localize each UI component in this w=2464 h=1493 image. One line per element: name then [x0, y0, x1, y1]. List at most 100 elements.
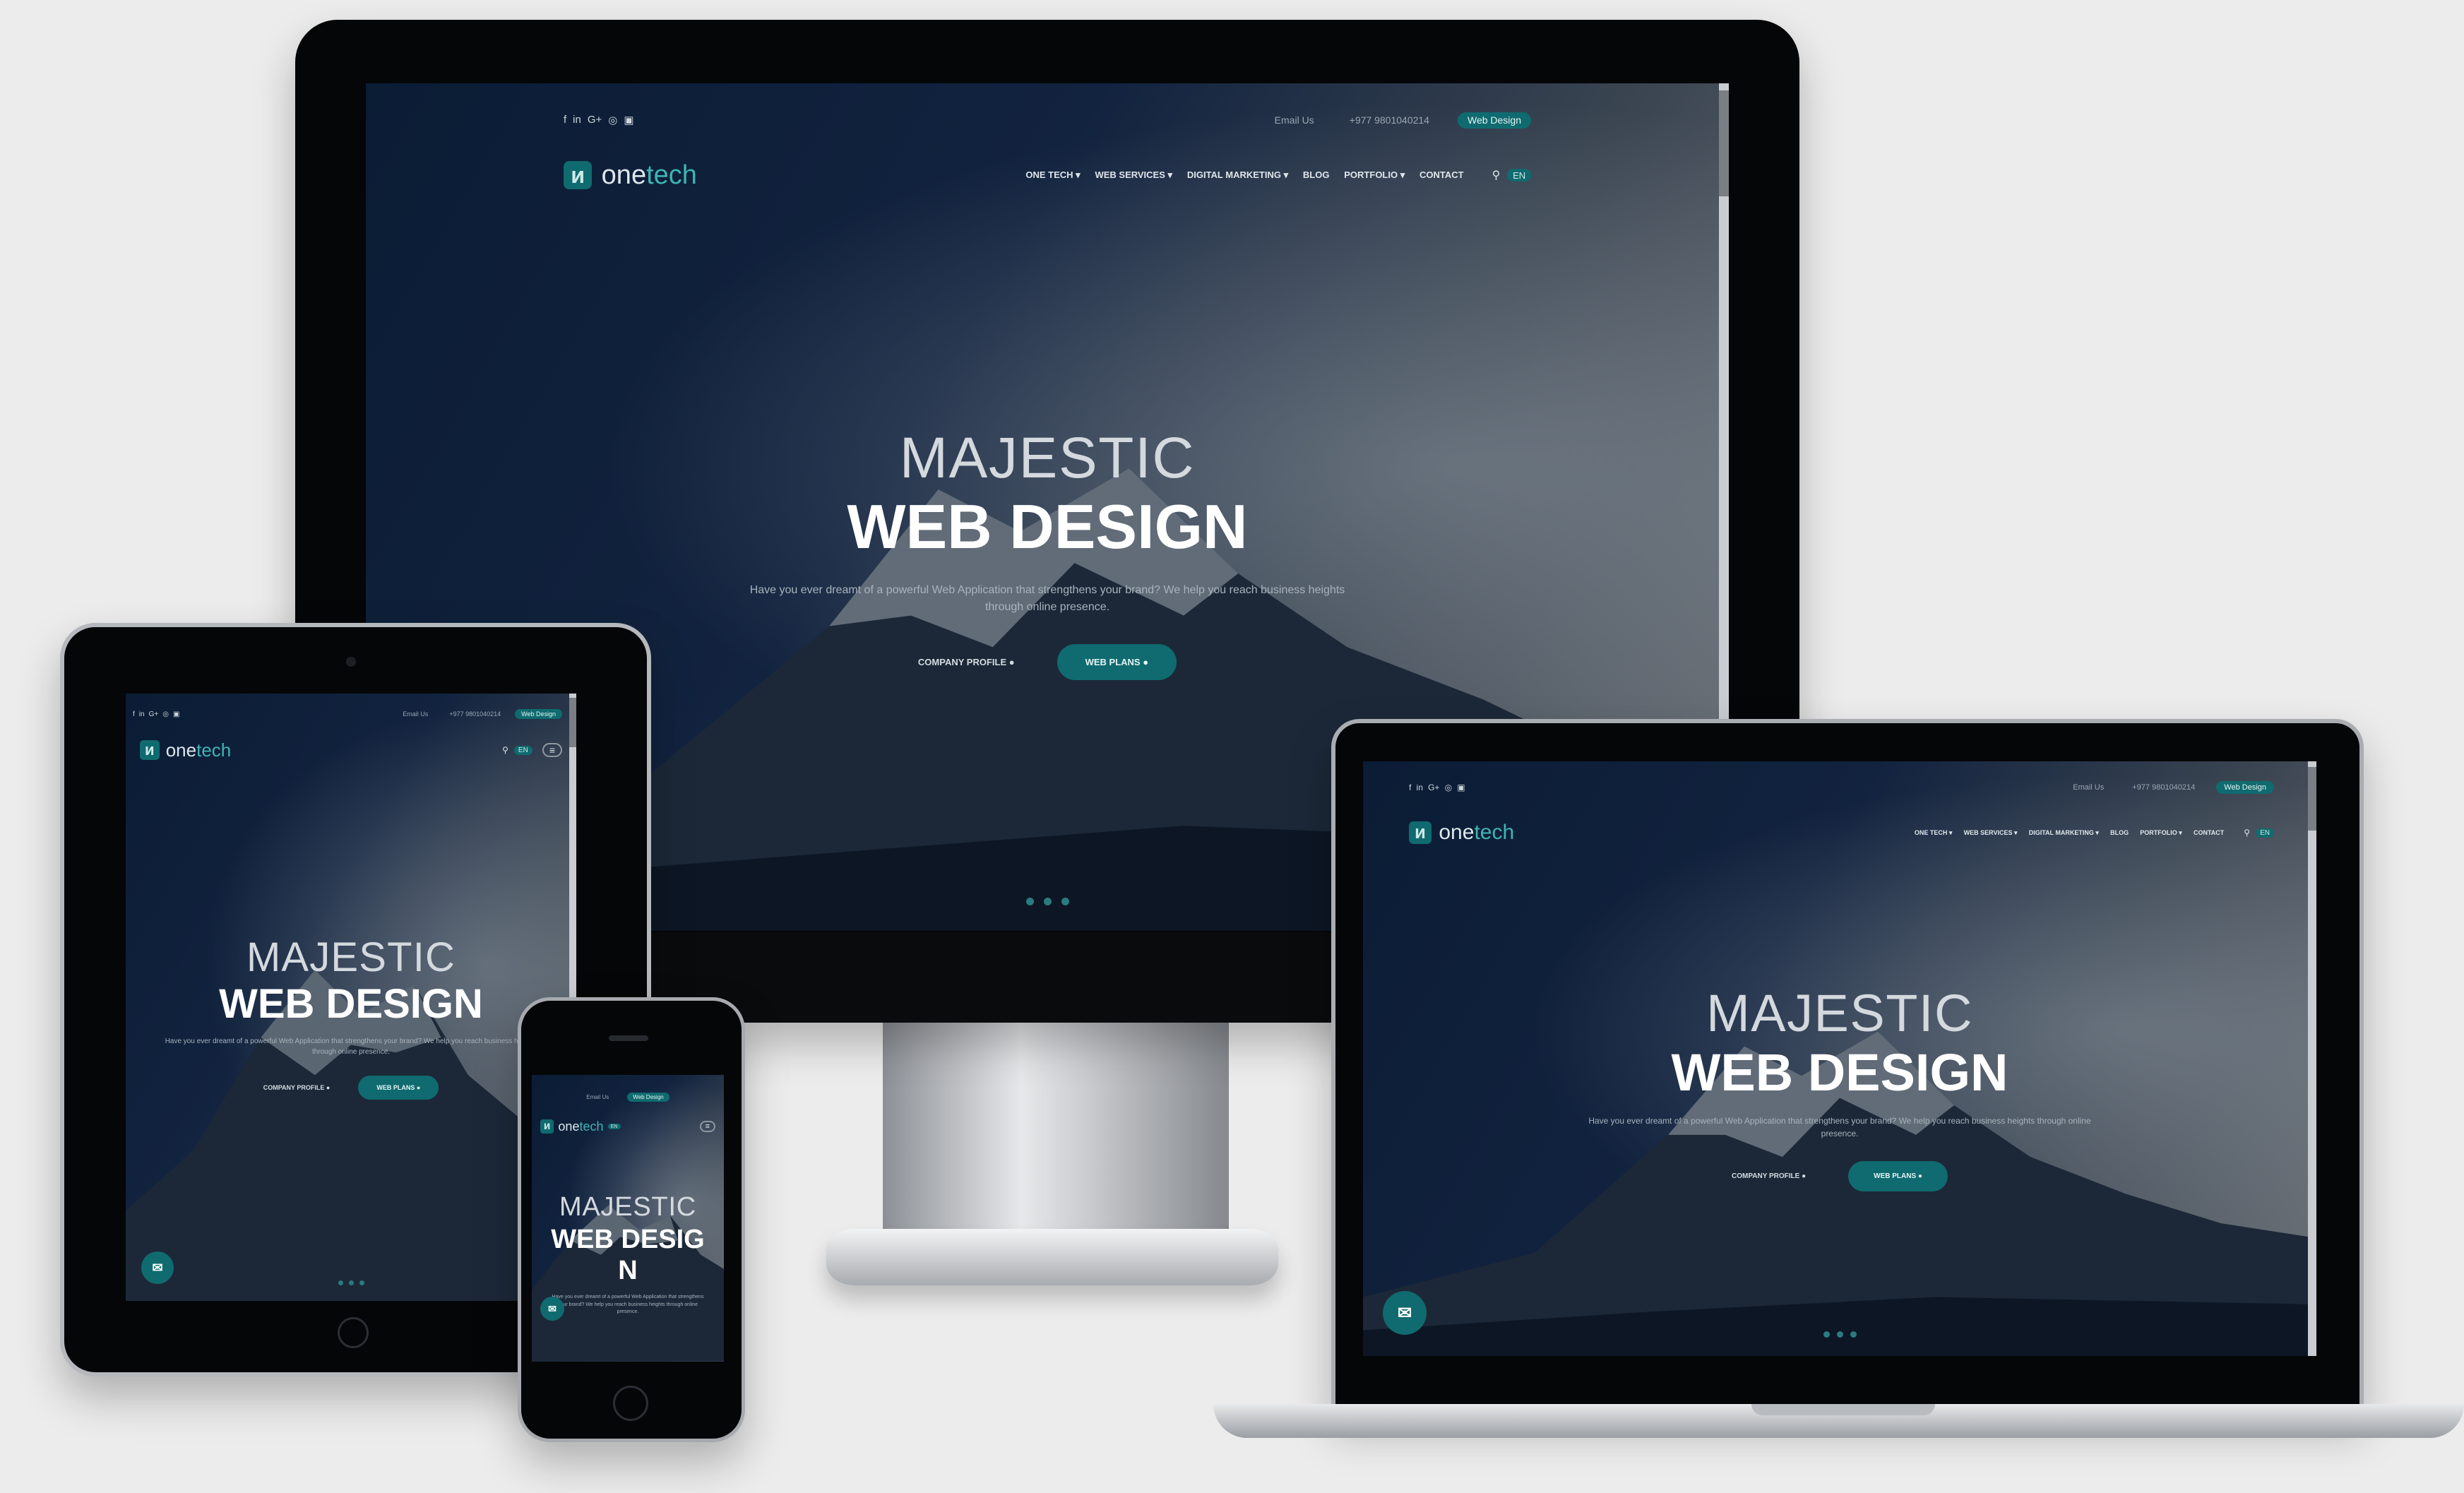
phone-link[interactable]: +977 9801040214	[449, 710, 501, 718]
logo[interactable]: ᴎ onetech	[1409, 821, 1514, 845]
web-design-pill-button[interactable]: Web Design	[2216, 781, 2274, 794]
messenger-chat-button[interactable]: ✉	[141, 1251, 174, 1284]
language-switch[interactable]: EN	[2256, 828, 2274, 838]
hero-description: Have you ever dreamt of a powerful Web A…	[749, 584, 1345, 613]
hamburger-menu-icon[interactable]: ≡	[542, 743, 562, 757]
language-switch[interactable]: EN	[607, 1123, 621, 1130]
language-switch[interactable]: EN	[1507, 169, 1531, 182]
linkedin-icon[interactable]: in	[139, 710, 145, 718]
web-plans-button[interactable]: WEB PLANS ●	[1848, 1161, 1948, 1191]
slider-dot[interactable]	[1850, 1331, 1857, 1338]
search-icon[interactable]: ⚲	[2244, 828, 2250, 838]
logo-text: onetech	[165, 739, 232, 761]
logo[interactable]: ᴎ onetech	[140, 739, 231, 761]
monitor-stand-base	[826, 1229, 1278, 1285]
slider-dot[interactable]	[1061, 898, 1069, 905]
google-plus-icon[interactable]: G+	[149, 710, 159, 718]
nav-item-blog[interactable]: BLOG	[2110, 829, 2129, 837]
hero-title-line2: WEB DESIGN	[1671, 1043, 2008, 1102]
hero-title-line1: MAJESTIC	[899, 426, 1196, 490]
email-link[interactable]: Email Us	[1275, 114, 1314, 126]
hamburger-menu-icon[interactable]: ≡	[699, 1121, 715, 1132]
facebook-icon[interactable]: f	[564, 114, 566, 126]
language-switch[interactable]: EN	[513, 745, 532, 755]
phone-screen: Email Us Web Design ᴎ onetech EN ≡ MAJES…	[532, 1075, 724, 1362]
logo-mark-icon: ᴎ	[1409, 821, 1432, 844]
hero-description: Have you ever dreamt of a powerful Web A…	[552, 1295, 704, 1314]
linkedin-icon[interactable]: in	[1417, 783, 1423, 792]
phone-home-button[interactable]	[613, 1386, 648, 1421]
main-navbar: ᴎ onetech EN ≡	[532, 1116, 724, 1137]
laptop-notch	[1751, 1404, 1935, 1415]
hero-title-line2: WEB DESIGN	[847, 492, 1248, 561]
email-link[interactable]: Email Us	[403, 710, 428, 718]
nav-menu: ONE TECH ▾ WEB SERVICES ▾ DIGITAL MARKET…	[1025, 169, 1463, 181]
nav-item-blog[interactable]: BLOG	[1303, 169, 1330, 181]
phone-link[interactable]: +977 9801040214	[1350, 114, 1429, 126]
messenger-chat-button[interactable]: ✉	[1383, 1291, 1427, 1335]
nav-item-digital-marketing[interactable]: DIGITAL MARKETING ▾	[2029, 829, 2099, 837]
top-bar: f in G+ ◎ ▣ Email Us +977 9801040214 Web…	[126, 705, 576, 723]
instagram-icon[interactable]: ◎	[162, 710, 169, 718]
company-profile-button[interactable]: COMPANY PROFILE ●	[918, 657, 1015, 667]
search-icon[interactable]: ⚲	[502, 745, 508, 755]
web-design-pill-button[interactable]: Web Design	[1457, 112, 1531, 129]
youtube-icon[interactable]: ▣	[1457, 783, 1465, 792]
email-link[interactable]: Email Us	[2073, 783, 2104, 792]
nav-item-portfolio[interactable]: PORTFOLIO ▾	[2140, 829, 2182, 837]
hero-description: Have you ever dreamt of a powerful Web A…	[1588, 1116, 2091, 1138]
instagram-icon[interactable]: ◎	[1445, 783, 1452, 792]
youtube-icon[interactable]: ▣	[624, 114, 633, 126]
google-plus-icon[interactable]: G+	[588, 114, 602, 126]
messenger-chat-button[interactable]: ✉	[540, 1297, 564, 1321]
slider-dot[interactable]	[359, 1280, 364, 1285]
email-link[interactable]: Email Us	[586, 1094, 609, 1100]
slider-dot[interactable]	[1043, 898, 1052, 905]
slider-dot[interactable]	[338, 1280, 343, 1285]
phone-link[interactable]: +977 9801040214	[2132, 783, 2195, 792]
logo-mark-icon: ᴎ	[540, 1119, 554, 1134]
logo[interactable]: ᴎ onetech	[564, 160, 697, 191]
company-profile-button[interactable]: COMPANY PROFILE ●	[263, 1084, 331, 1091]
top-bar: Email Us Web Design	[532, 1090, 724, 1103]
tablet-home-button[interactable]	[338, 1317, 369, 1348]
logo[interactable]: ᴎ onetech	[540, 1119, 604, 1134]
web-plans-button[interactable]: WEB PLANS ●	[1057, 644, 1177, 680]
nav-item-web-services[interactable]: WEB SERVICES ▾	[1964, 829, 2018, 837]
hero-section: MAJESTIC WEB DESIGN Have you ever dreamt…	[1363, 987, 2316, 1191]
nav-item-one-tech[interactable]: ONE TECH ▾	[1025, 169, 1080, 181]
hero-title-line1: MAJESTIC	[559, 1192, 696, 1222]
tablet-camera	[346, 657, 356, 667]
nav-item-one-tech[interactable]: ONE TECH ▾	[1915, 829, 1953, 837]
nav-item-contact[interactable]: CONTACT	[2194, 829, 2224, 837]
nav-item-web-services[interactable]: WEB SERVICES ▾	[1095, 169, 1172, 181]
linkedin-icon[interactable]: in	[573, 114, 581, 126]
nav-item-portfolio[interactable]: PORTFOLIO ▾	[1344, 169, 1405, 181]
laptop-screen: f in G+ ◎ ▣ Email Us +977 9801040214 Web…	[1363, 761, 2316, 1356]
facebook-icon[interactable]: f	[1409, 783, 1411, 792]
hero-title-line2-part2: N	[618, 1256, 638, 1285]
web-plans-button[interactable]: WEB PLANS ●	[358, 1076, 439, 1100]
slider-dot[interactable]	[1823, 1331, 1830, 1338]
tablet-screen: f in G+ ◎ ▣ Email Us +977 9801040214 Web…	[126, 694, 576, 1301]
hero-title-line1: MAJESTIC	[1706, 984, 1973, 1042]
slider-dot[interactable]	[348, 1280, 354, 1285]
facebook-icon[interactable]: f	[133, 710, 135, 718]
nav-item-contact[interactable]: CONTACT	[1420, 169, 1464, 181]
web-design-pill-button[interactable]: Web Design	[515, 708, 562, 720]
web-design-pill-button[interactable]: Web Design	[627, 1092, 669, 1102]
logo-mark-icon: ᴎ	[140, 740, 160, 760]
slider-dots	[126, 1280, 576, 1285]
youtube-icon[interactable]: ▣	[173, 710, 179, 718]
google-plus-icon[interactable]: G+	[1428, 783, 1439, 792]
main-navbar: ᴎ onetech ⚲ EN ≡	[126, 736, 576, 764]
logo-mark-icon: ᴎ	[564, 160, 593, 190]
hero-title-line2: WEB DESIGN	[219, 981, 483, 1027]
nav-item-digital-marketing[interactable]: DIGITAL MARKETING ▾	[1187, 169, 1288, 181]
search-icon[interactable]: ⚲	[1492, 168, 1501, 182]
slider-dot[interactable]	[1836, 1331, 1843, 1338]
hero-description: Have you ever dreamt of a powerful Web A…	[165, 1037, 537, 1056]
slider-dot[interactable]	[1025, 898, 1034, 905]
company-profile-button[interactable]: COMPANY PROFILE ●	[1732, 1172, 1806, 1180]
instagram-icon[interactable]: ◎	[608, 114, 617, 126]
